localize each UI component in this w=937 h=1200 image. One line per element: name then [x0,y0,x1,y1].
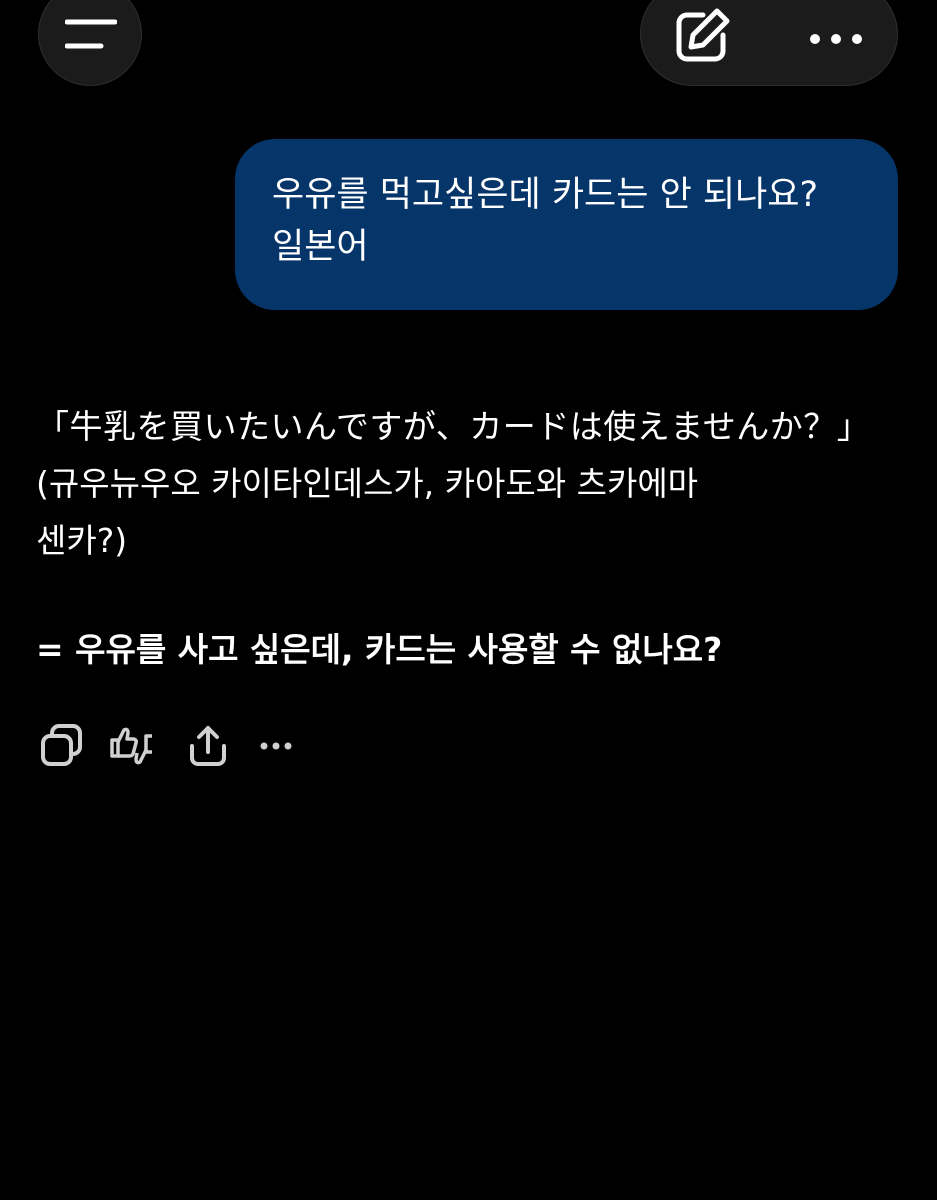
menu-button[interactable] [38,0,142,86]
user-message-bubble: 우유를 먹고싶은데 카드는 안 되나요? 일본어 [235,139,898,310]
pronunciation-line-2: 센카?) [36,521,128,560]
edit-pencil-icon [676,8,730,62]
message-more-button[interactable] [254,722,302,770]
copy-button[interactable] [38,722,86,770]
thumbs-feedback-icon [110,727,152,765]
new-chat-button[interactable] [671,5,733,67]
hamburger-menu-icon [65,19,117,49]
copy-icon [41,724,82,766]
pronunciation-line-1: (규우뉴우오 카이타인데스가, 카아도와 츠카에마 [36,464,699,503]
japanese-sentence: 「牛乳を買いたいんですが、カードは使えませんか？」 [36,407,871,446]
assistant-message: 「牛乳を買いたいんですが、カードは使えませんか？」 (규우뉴우오 카이타인데스가… [36,398,896,675]
feedback-button[interactable] [108,722,156,770]
more-options-button[interactable] [801,5,871,67]
share-icon [190,726,226,766]
share-button[interactable] [184,722,232,770]
meaning-line: = 우유를 사고 싶은데, 카드는 사용할 수 없나요? [36,630,723,669]
more-horizontal-icon [810,34,862,44]
top-actions-group [640,0,898,86]
more-horizontal-icon [260,742,292,750]
